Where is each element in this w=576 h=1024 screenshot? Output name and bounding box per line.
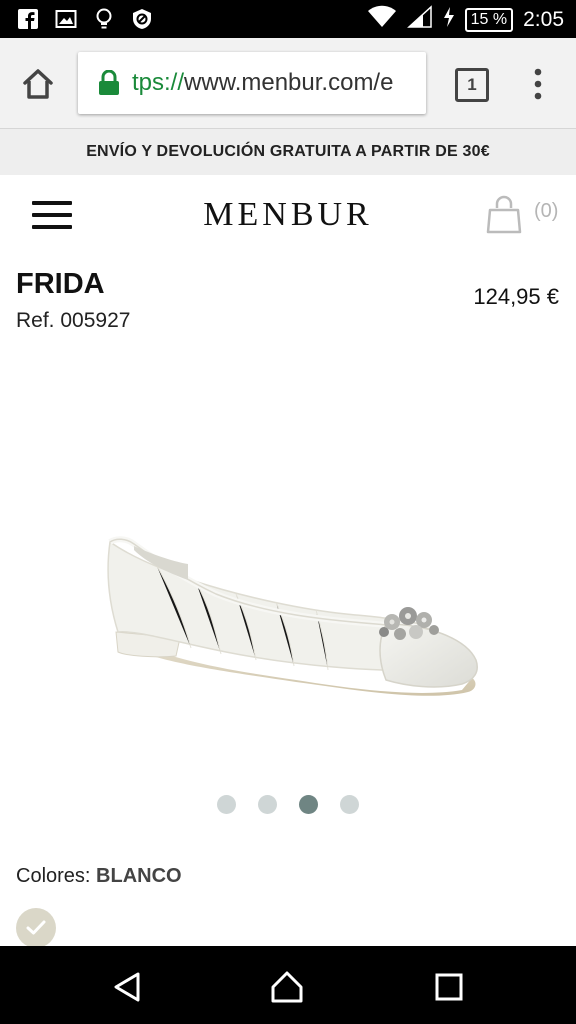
- url-host: www.menbur.com/e: [184, 69, 394, 96]
- overflow-menu-button[interactable]: [530, 66, 546, 102]
- recents-button[interactable]: [432, 970, 466, 1004]
- product-image: [107, 536, 478, 696]
- home-button[interactable]: [20, 66, 56, 102]
- more-vert-icon: [534, 68, 542, 100]
- lightbulb-icon: [92, 7, 116, 31]
- home-nav-button[interactable]: [270, 970, 304, 1004]
- colors-info: Colores: BLANCO: [16, 865, 182, 888]
- back-button[interactable]: [110, 970, 144, 1004]
- carousel-dot[interactable]: [217, 795, 236, 814]
- facebook-icon: [16, 7, 40, 31]
- data-saver-icon: [130, 7, 154, 31]
- url-text: tps://www.menbur.com/e: [132, 69, 393, 97]
- system-status: 15 % 2:05: [367, 5, 564, 35]
- home-icon: [23, 69, 53, 99]
- battery-indicator: 15 %: [464, 8, 514, 32]
- product-reference: Ref. 005927: [16, 309, 131, 332]
- home-nav-icon: [271, 971, 303, 1003]
- carousel-dot-active[interactable]: [299, 795, 318, 814]
- url-scheme: tps://: [132, 69, 185, 96]
- cart-icon[interactable]: [486, 194, 522, 234]
- signal-icon: [406, 5, 433, 35]
- gallery-icon: [54, 7, 78, 31]
- product-title: FRIDA: [16, 268, 105, 300]
- back-icon: [114, 972, 140, 1002]
- browser-toolbar: tps://www.menbur.com/e 1: [0, 38, 576, 129]
- carousel-dot[interactable]: [258, 795, 277, 814]
- clock: 2:05: [523, 8, 564, 31]
- wifi-icon: [367, 5, 397, 35]
- carousel-dots: [0, 795, 576, 814]
- colors-value: BLANCO: [96, 865, 182, 887]
- tab-switcher-button[interactable]: 1: [455, 68, 489, 102]
- notification-icons: [16, 7, 154, 31]
- status-bar: 15 % 2:05: [0, 0, 576, 38]
- charging-icon: [443, 6, 455, 34]
- recents-icon: [435, 973, 463, 1001]
- cart-count[interactable]: (0): [534, 200, 558, 223]
- url-field[interactable]: tps://www.menbur.com/e: [78, 52, 426, 114]
- product-price: 124,95 €: [473, 284, 559, 309]
- carousel-dot[interactable]: [340, 795, 359, 814]
- promo-banner: ENVÍO Y DEVOLUCIÓN GRATUITA A PARTIR DE …: [0, 129, 576, 175]
- product-image-carousel[interactable]: [0, 345, 576, 775]
- colors-label: Colores:: [16, 865, 91, 887]
- site-header: MENBUR (0): [0, 176, 576, 256]
- lock-icon: [98, 69, 120, 96]
- system-nav-bar: [0, 946, 576, 1024]
- checkmark-icon: [26, 920, 46, 935]
- color-swatch-blanco[interactable]: [16, 908, 56, 948]
